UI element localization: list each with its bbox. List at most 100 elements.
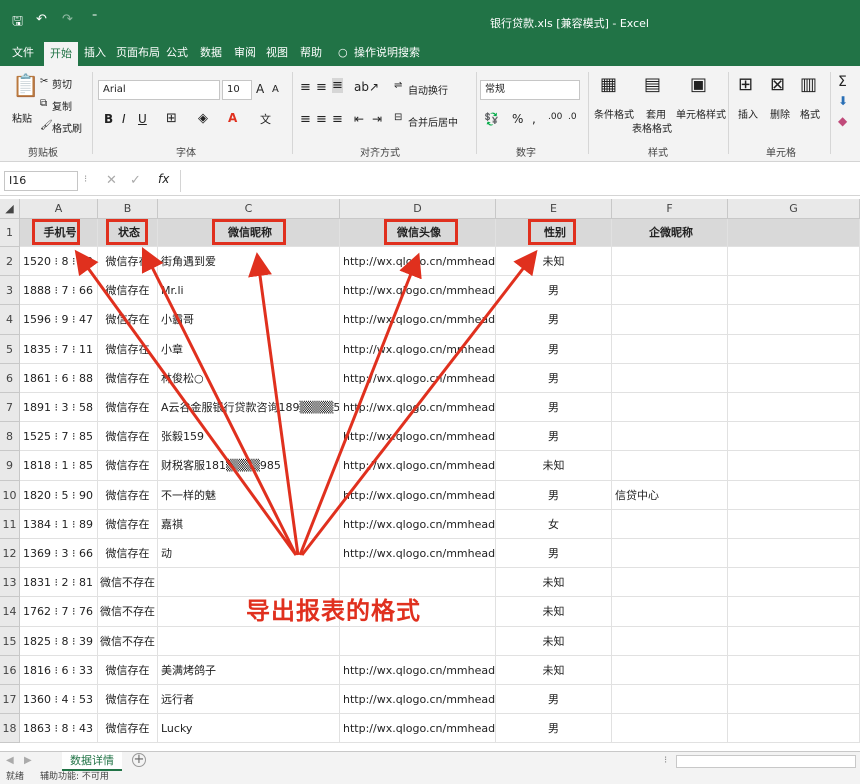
name-box[interactable]: I16: [4, 171, 78, 191]
merge-center-icon[interactable]: ⊟: [394, 112, 402, 123]
ribbon-divider: [92, 72, 93, 154]
format-painter-button[interactable]: 格式刷: [52, 120, 82, 135]
phonetic-button[interactable]: 文: [260, 111, 271, 127]
window-title: 银行贷款.xls [兼容模式] - Excel: [490, 17, 649, 30]
tab-insert[interactable]: 插入: [78, 40, 112, 66]
ribbon-divider: [830, 72, 831, 154]
borders-icon[interactable]: ⊞: [166, 111, 177, 126]
scroll-left-icon[interactable]: ◀: [6, 755, 14, 766]
format-cells-icon[interactable]: ▥: [800, 74, 817, 95]
accessibility-status[interactable]: 辅助功能: 不可用: [40, 771, 109, 784]
fill-color-icon[interactable]: ◈: [198, 111, 208, 126]
conditional-format-icon[interactable]: ▦: [600, 74, 617, 95]
cut-button[interactable]: 剪切: [52, 76, 72, 91]
arrow-to-status: [141, 246, 298, 556]
align-bottom-icon[interactable]: ≡: [332, 78, 343, 93]
wrap-text-icon[interactable]: ⇌: [394, 80, 402, 91]
grow-font-button[interactable]: A: [256, 82, 264, 96]
increase-indent-icon[interactable]: ⇥: [372, 112, 382, 126]
paste-button[interactable]: 粘贴: [12, 110, 32, 125]
spreadsheet-grid: ◢ A B C D E F G 1 手机号 状态 微信昵称 微信头像 性别 企微昵称 2 152…: [0, 199, 860, 751]
fill-icon[interactable]: ⬇: [838, 94, 848, 108]
status-ready: 就绪: [6, 772, 25, 782]
sheet-tab-bar: ◀ ▶ 数据详情 + ⁝: [0, 751, 860, 771]
formula-input[interactable]: [180, 170, 858, 192]
tab-view[interactable]: 视图: [260, 40, 294, 66]
enter-icon[interactable]: ✓: [130, 173, 141, 188]
number-format-select[interactable]: 常规: [480, 80, 580, 100]
font-size-select[interactable]: 10: [222, 80, 252, 100]
conditional-format-button[interactable]: 条件格式: [594, 106, 634, 121]
more-options-icon: ⁝: [84, 174, 88, 185]
brush-icon[interactable]: 🖌: [40, 120, 53, 131]
cell-styles-button[interactable]: 单元格样式: [676, 106, 726, 121]
comma-button[interactable]: ,: [532, 112, 536, 126]
redo-icon[interactable]: ↷: [62, 12, 73, 27]
format-as-table-button[interactable]: 套用: [646, 106, 666, 121]
tab-page-layout[interactable]: 页面布局: [110, 40, 166, 66]
add-sheet-button[interactable]: +: [132, 753, 146, 767]
increase-decimal-icon[interactable]: .00: [548, 112, 562, 122]
delete-cells-button[interactable]: 删除: [770, 106, 790, 121]
insert-cells-icon[interactable]: ⊞: [738, 74, 753, 95]
align-center-icon[interactable]: ≡: [316, 112, 327, 127]
italic-button[interactable]: I: [122, 112, 126, 126]
excel-window: 🖫 ↶ ↷ ⁼ 银行贷款.xls [兼容模式] - Excel 文件 开始 插入…: [0, 0, 860, 784]
clear-icon[interactable]: ◆: [838, 114, 847, 128]
paste-icon[interactable]: 📋: [12, 74, 39, 99]
status-bar: 就绪 辅助功能: 不可用: [0, 771, 860, 784]
arrow-to-avatar: [298, 252, 422, 556]
horizontal-scrollbar[interactable]: [676, 755, 856, 768]
formula-bar: I16 ⁝ ✕ ✓ fx: [0, 166, 860, 196]
percent-button[interactable]: %: [512, 112, 523, 126]
ribbon: 📋 粘贴 ✂ 剪切 ⧉ 复制 🖌 格式刷 剪贴板 Arial 10 A A B …: [0, 66, 860, 162]
sheet-tab-data-details[interactable]: 数据详情: [62, 752, 122, 771]
scissors-icon[interactable]: ✂: [40, 76, 48, 87]
ribbon-divider: [588, 72, 589, 154]
tab-formulas[interactable]: 公式: [160, 40, 194, 66]
split-handle-icon[interactable]: ⁝: [664, 755, 667, 766]
ribbon-tabs: 文件 开始 插入 页面布局 公式 数据 审阅 视图 帮助 ○ 操作说明搜索: [0, 40, 860, 66]
ribbon-divider: [728, 72, 729, 154]
tab-file[interactable]: 文件: [6, 40, 40, 66]
tab-review[interactable]: 审阅: [228, 40, 262, 66]
align-left-icon[interactable]: ≡: [300, 112, 311, 127]
wrap-text-button[interactable]: 自动换行: [408, 82, 448, 97]
bold-button[interactable]: B: [104, 112, 113, 126]
align-top-icon[interactable]: ≡: [300, 80, 311, 95]
insert-cells-button[interactable]: 插入: [738, 106, 758, 121]
align-right-icon[interactable]: ≡: [332, 112, 343, 127]
decrease-indent-icon[interactable]: ⇤: [354, 112, 364, 126]
align-middle-icon[interactable]: ≡: [316, 80, 327, 95]
copy-icon[interactable]: ⧉: [40, 98, 47, 109]
currency-icon[interactable]: 💱: [484, 112, 499, 126]
tell-me-search[interactable]: 操作说明搜索: [348, 40, 426, 66]
scroll-right-icon[interactable]: ▶: [24, 755, 32, 766]
font-name-select[interactable]: Arial: [98, 80, 220, 100]
annotation-caption: 导出报表的格式: [246, 597, 421, 625]
customize-toolbar-icon[interactable]: ⁼: [92, 12, 97, 23]
underline-button[interactable]: U: [138, 112, 147, 126]
insert-function-icon[interactable]: fx: [158, 172, 169, 186]
format-cells-button[interactable]: 格式: [800, 106, 820, 121]
delete-cells-icon[interactable]: ⊠: [770, 74, 785, 95]
shrink-font-button[interactable]: A: [272, 84, 279, 95]
format-as-table-icon[interactable]: ▤: [644, 74, 661, 95]
save-icon[interactable]: 🖫: [12, 12, 23, 34]
format-as-table-label[interactable]: 表格格式: [632, 120, 672, 135]
tab-help[interactable]: 帮助: [294, 40, 328, 66]
clipboard-group-label: 剪贴板: [28, 148, 58, 159]
autosum-icon[interactable]: Σ: [838, 74, 847, 90]
cancel-icon[interactable]: ✕: [106, 173, 117, 188]
tab-home[interactable]: 开始: [44, 42, 78, 66]
copy-button[interactable]: 复制: [52, 98, 72, 113]
font-color-button[interactable]: A: [228, 111, 237, 125]
merge-center-button[interactable]: 合并后居中: [408, 114, 458, 129]
cell-styles-icon[interactable]: ▣: [690, 74, 707, 95]
cells-group-label: 单元格: [766, 148, 796, 159]
undo-icon[interactable]: ↶: [36, 12, 47, 27]
orientation-icon[interactable]: ab↗: [354, 80, 379, 94]
annotation-arrows: [74, 246, 538, 556]
tab-data[interactable]: 数据: [194, 40, 228, 66]
decrease-decimal-icon[interactable]: .0: [568, 112, 577, 122]
